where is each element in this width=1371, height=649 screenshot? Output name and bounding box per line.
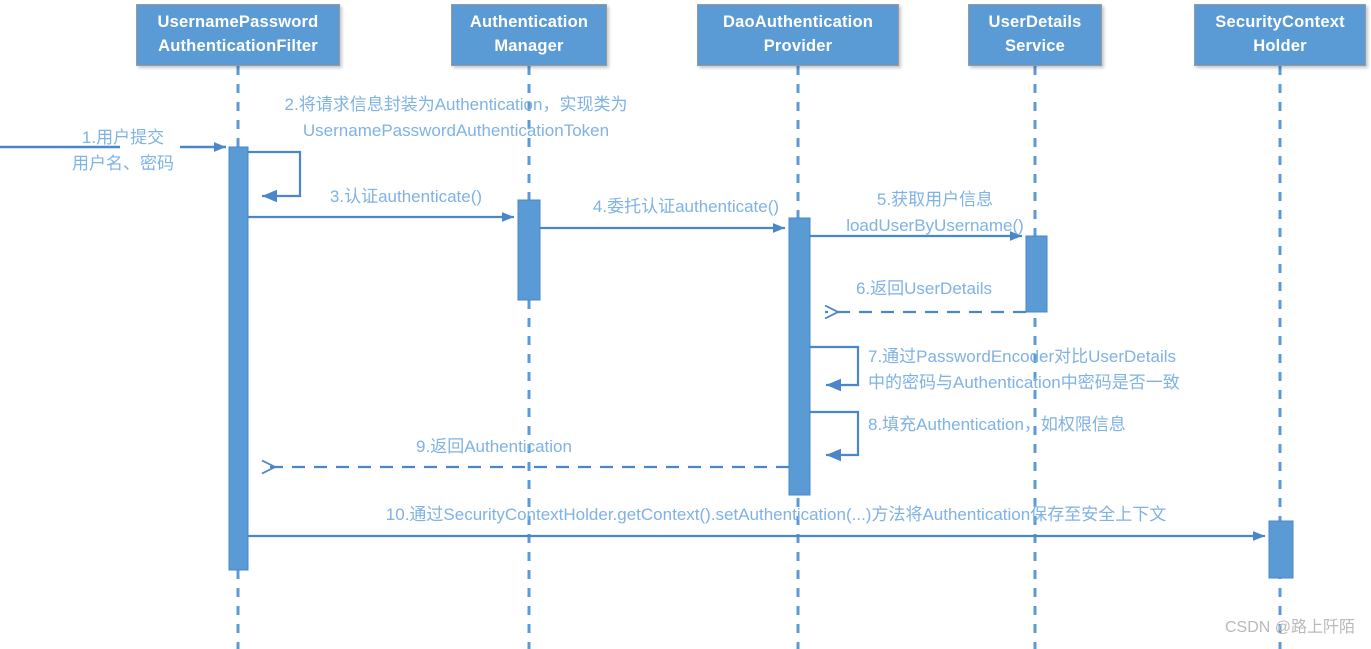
message-label-9: 9.返回Authentication	[324, 434, 664, 460]
message-label-3-line1: 3.认证authenticate()	[329, 187, 483, 206]
participant-securitycontextholder[interactable]: SecurityContext Holder	[1194, 4, 1366, 66]
message-label-7-line1: 7.通过PasswordEncoder对比UserDetails	[868, 347, 1176, 366]
participant-label-line1: UserDetails	[988, 13, 1082, 32]
message-label-6: 6.返回UserDetails	[834, 276, 1014, 302]
message-label-1-line1: 1.用户提交	[81, 128, 165, 147]
message-label-10-line1: 10.通过SecurityContextHolder.getContext().…	[385, 505, 1167, 524]
participant-label-line2: Provider	[763, 37, 833, 55]
message-label-2-line1: 2.将请求信息封装为Authentication，实现类为	[284, 95, 628, 114]
message-label-4: 4.委托认证authenticate()	[572, 194, 800, 220]
participant-label-line2: Holder	[1253, 37, 1307, 55]
message-arrow-7-self	[810, 345, 860, 392]
participant-label-line2: AuthenticationFilter	[158, 37, 318, 55]
participant-authenticationmanager[interactable]: Authentication Manager	[451, 4, 607, 66]
participant-usernamepasswordauthenticationfilter[interactable]: UsernamePassword AuthenticationFilter	[136, 4, 340, 66]
message-label-2: 2.将请求信息封装为Authentication，实现类为 UsernamePa…	[238, 92, 674, 145]
participant-label-line1: Authentication	[469, 13, 589, 32]
activation-context	[1268, 520, 1294, 579]
participant-label-line2: Service	[1004, 37, 1066, 55]
activation-manager	[517, 199, 541, 301]
watermark: CSDN @路上阡陌	[1224, 619, 1355, 636]
message-label-5: 5.获取用户信息 loadUserByUsername()	[826, 187, 1044, 240]
participant-userdetailsservice[interactable]: UserDetails Service	[968, 4, 1102, 66]
activation-provider	[788, 217, 811, 496]
message-label-9-line1: 9.返回Authentication	[416, 437, 572, 456]
message-label-8: 8.填充Authentication，如权限信息	[868, 412, 1198, 438]
participant-label-line1: UsernamePassword	[157, 13, 319, 32]
message-arrow-2-self	[248, 150, 302, 203]
sequence-diagram-canvas: UsernamePassword AuthenticationFilter Au…	[0, 0, 1371, 649]
message-label-10: 10.通过SecurityContextHolder.getContext().…	[300, 502, 1252, 528]
participant-label-line1: DaoAuthentication	[722, 13, 874, 32]
message-label-7-line2: 中的密码与Authentication中密码是否一致	[868, 373, 1180, 393]
diagram-vector-layer	[0, 66, 1294, 649]
participant-label-line2: Manager	[494, 37, 564, 55]
message-label-6-line1: 6.返回UserDetails	[855, 279, 993, 298]
message-label-5-line2: loadUserByUsername()	[846, 216, 1024, 236]
message-label-1: 1.用户提交 用户名、密码	[58, 125, 188, 178]
activation-filter	[228, 146, 249, 571]
participant-daoauthenticationprovider[interactable]: DaoAuthentication Provider	[697, 4, 899, 66]
message-label-5-line1: 5.获取用户信息	[876, 190, 994, 209]
message-label-8-line1: 8.填充Authentication，如权限信息	[868, 415, 1126, 434]
message-label-2-line2: UsernamePasswordAuthenticationToken	[302, 121, 610, 141]
participant-label-line1: SecurityContext	[1215, 13, 1345, 32]
message-label-1-line2: 用户名、密码	[72, 154, 174, 174]
activation-userdetails	[1025, 235, 1048, 313]
message-arrow-8-self	[810, 410, 860, 462]
message-label-4-line1: 4.委托认证authenticate()	[592, 197, 780, 216]
message-label-3: 3.认证authenticate()	[311, 184, 501, 210]
message-label-7: 7.通过PasswordEncoder对比UserDetails 中的密码与Au…	[868, 344, 1256, 397]
